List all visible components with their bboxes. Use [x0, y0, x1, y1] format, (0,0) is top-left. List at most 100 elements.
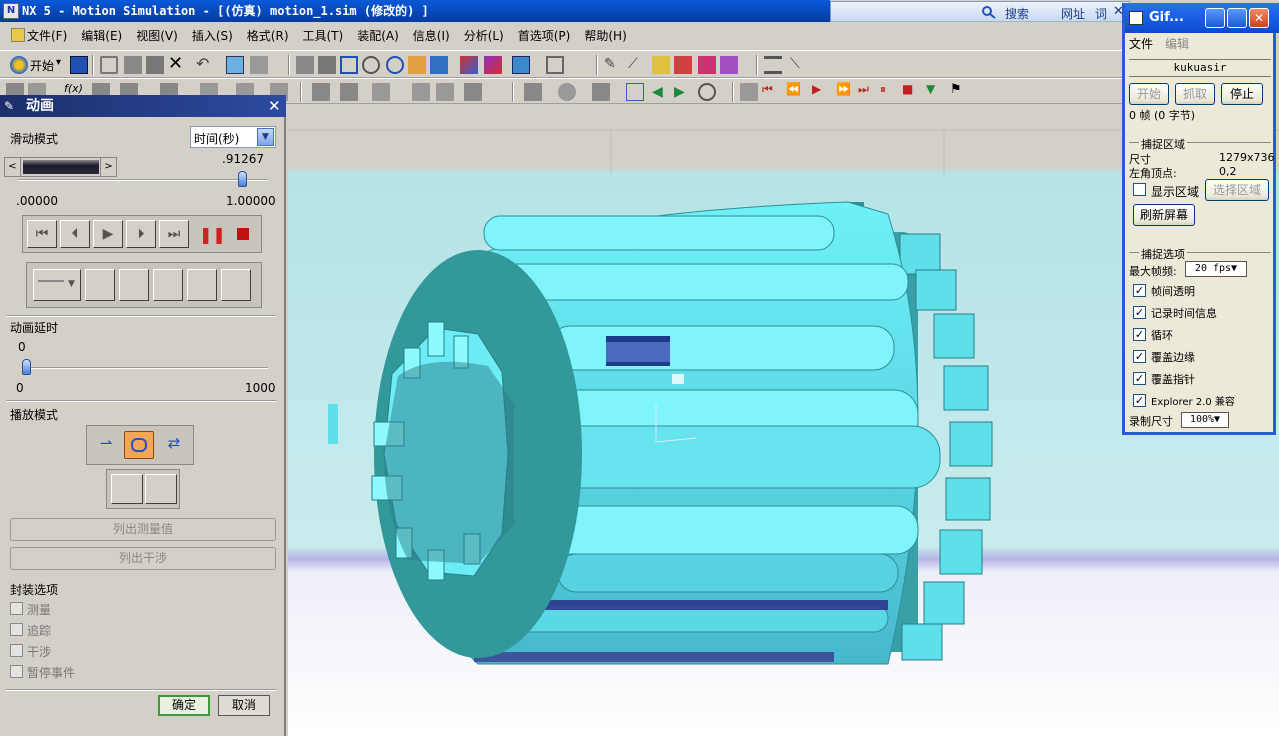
view-icon[interactable]: [296, 56, 314, 74]
marker-icon[interactable]: [698, 56, 716, 74]
scroll-left-icon[interactable]: <: [5, 158, 21, 176]
refresh-screen-button[interactable]: 刷新屏幕: [1133, 204, 1195, 226]
url-button[interactable]: 网址: [1061, 5, 1085, 22]
solve-icon[interactable]: [558, 83, 576, 101]
trace-checkbox[interactable]: [10, 623, 23, 636]
menu-assembly[interactable]: 装配(A): [350, 22, 406, 50]
plane-icon[interactable]: ⟍: [790, 56, 808, 74]
start-dropdown-icon[interactable]: ▾: [56, 57, 61, 68]
menu-analysis[interactable]: 分析(L): [457, 22, 511, 50]
gif-stop-button[interactable]: 停止: [1221, 83, 1263, 105]
delete-icon[interactable]: ✕: [168, 55, 186, 73]
copy-icon[interactable]: [124, 56, 142, 74]
measure-dropdown-button[interactable]: ▼: [33, 269, 81, 301]
menu-preferences[interactable]: 首选项(P): [511, 22, 578, 50]
delay-slider-thumb[interactable]: [22, 359, 31, 375]
search-button[interactable]: 搜索: [1005, 5, 1029, 22]
interference-checkbox[interactable]: [10, 644, 23, 657]
last-frame-icon[interactable]: ⏭: [858, 82, 876, 100]
refresh-icon[interactable]: [698, 83, 716, 101]
delay-slider-track[interactable]: [22, 359, 268, 375]
coupler-icon[interactable]: [436, 83, 454, 101]
loop-button[interactable]: [124, 431, 154, 459]
trace-mode-a-button[interactable]: [111, 474, 143, 504]
track-button[interactable]: [187, 269, 217, 301]
contact-icon[interactable]: [312, 83, 330, 101]
pause-button[interactable]: ❚❚: [199, 225, 226, 244]
frame-transparency-checkbox[interactable]: ✓: [1133, 284, 1146, 297]
record-time-checkbox[interactable]: ✓: [1133, 306, 1146, 319]
time-scrollbar[interactable]: < >: [4, 157, 117, 177]
explorer-compat-checkbox[interactable]: ✓: [1133, 394, 1146, 407]
menu-format[interactable]: 格式(R): [240, 22, 296, 50]
loop-checkbox[interactable]: ✓: [1133, 328, 1146, 341]
dropdown-icon[interactable]: ▼: [926, 82, 944, 100]
pin-icon[interactable]: ✎: [4, 99, 18, 113]
stop-button[interactable]: [237, 228, 249, 240]
cut-icon[interactable]: [100, 56, 118, 74]
solver-icon[interactable]: [464, 83, 482, 101]
envelope-button[interactable]: [221, 269, 251, 301]
menu-view[interactable]: 视图(V): [129, 22, 185, 50]
menu-file[interactable]: 文件(F): [4, 22, 74, 50]
time-slider-track[interactable]: [18, 171, 268, 187]
scroll-thumb[interactable]: [23, 160, 99, 174]
pause-icon[interactable]: ⏸: [880, 82, 898, 100]
save-icon[interactable]: [70, 56, 88, 74]
perspective-icon[interactable]: [430, 56, 448, 74]
finish-flag-icon[interactable]: ⚑: [950, 82, 968, 100]
maximize-icon[interactable]: [1227, 8, 1247, 28]
first-frame-button[interactable]: ⏮: [27, 220, 57, 248]
cover-pointer-checkbox[interactable]: ✓: [1133, 372, 1146, 385]
rack-icon[interactable]: [372, 83, 390, 101]
record-size-select[interactable]: 100%▼: [1181, 412, 1229, 428]
play-once-button[interactable]: ⇀: [93, 434, 119, 456]
slide-mode-select[interactable]: 时间(秒) ▼: [190, 126, 276, 148]
trace-mode-b-button[interactable]: [145, 474, 177, 504]
minimize-icon[interactable]: [1205, 8, 1225, 28]
point-icon[interactable]: [674, 56, 692, 74]
stop-icon[interactable]: ■: [902, 82, 920, 100]
start-menu-button[interactable]: 开始: [30, 57, 54, 74]
close-icon[interactable]: ✕: [1249, 8, 1269, 28]
menu-tools[interactable]: 工具(T): [296, 22, 351, 50]
show-area-checkbox[interactable]: [1133, 183, 1146, 196]
gear-icon[interactable]: [340, 83, 358, 101]
word-button[interactable]: 词: [1095, 5, 1107, 22]
snap-icon[interactable]: [652, 56, 670, 74]
first-frame-icon[interactable]: ⏮: [762, 82, 780, 100]
play-icon[interactable]: ▶: [812, 82, 830, 100]
gif-grab-button[interactable]: 抓取: [1175, 83, 1215, 105]
close-panel-icon[interactable]: ✕: [268, 97, 281, 115]
fit-icon[interactable]: [318, 56, 336, 74]
gif-start-button[interactable]: 开始: [1129, 83, 1169, 105]
results-icon[interactable]: [592, 83, 610, 101]
undo-icon[interactable]: ↶: [196, 55, 214, 73]
cable-icon[interactable]: [412, 83, 430, 101]
max-fps-select[interactable]: 20 fps▼: [1185, 261, 1247, 277]
pause-event-checkbox[interactable]: [10, 665, 23, 678]
cube-view-icon[interactable]: [512, 56, 530, 74]
time-slider-thumb[interactable]: [238, 171, 247, 187]
solution-icon[interactable]: [524, 83, 542, 101]
last-frame-button[interactable]: ⏭: [159, 220, 189, 248]
menu-insert[interactable]: 插入(S): [185, 22, 240, 50]
prev-frame-icon[interactable]: ⏪: [786, 82, 804, 100]
gif-menu-file[interactable]: 文件: [1129, 35, 1153, 52]
grid-icon[interactable]: [764, 56, 782, 74]
cancel-button[interactable]: 取消: [218, 695, 270, 716]
zoom-icon[interactable]: [362, 56, 380, 74]
list-measure-button[interactable]: 列出测量值: [10, 518, 276, 541]
measure-checkbox[interactable]: [10, 602, 23, 615]
measure-icon[interactable]: ⟋: [628, 56, 646, 74]
step-forward-button[interactable]: ⏵: [126, 220, 156, 248]
step-back-button[interactable]: ⏴: [60, 220, 90, 248]
next-frame-icon[interactable]: ⏩: [836, 82, 854, 100]
pan-icon[interactable]: [408, 56, 426, 74]
explode-button[interactable]: [153, 269, 183, 301]
list-interference-button[interactable]: 列出干涉: [10, 547, 276, 570]
gif-menu-edit[interactable]: 编辑: [1165, 35, 1189, 52]
link-icon[interactable]: [720, 56, 738, 74]
cover-edge-checkbox[interactable]: ✓: [1133, 350, 1146, 363]
back-arrow-icon[interactable]: ◀: [652, 83, 670, 101]
